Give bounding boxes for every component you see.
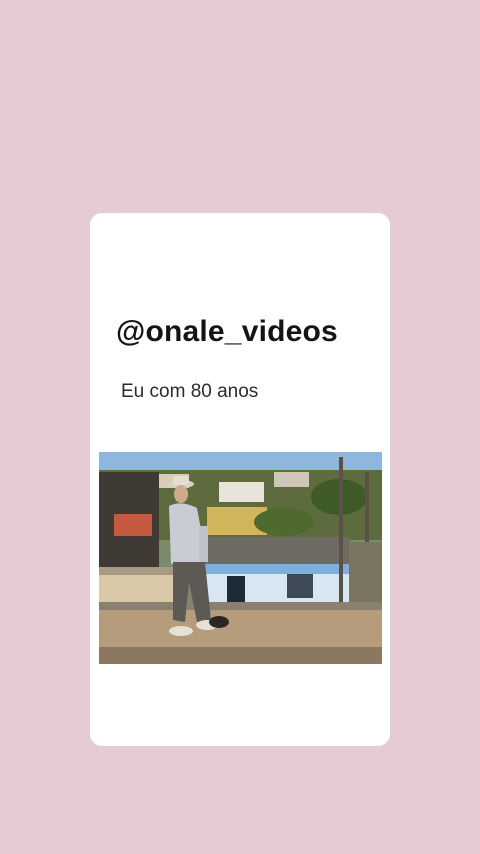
distant-house bbox=[274, 472, 309, 487]
shed-roof bbox=[99, 567, 177, 575]
right-fence bbox=[349, 542, 382, 612]
shadow bbox=[209, 616, 229, 628]
account-handle[interactable]: @onale_videos bbox=[116, 315, 338, 349]
head bbox=[174, 485, 188, 503]
shoe bbox=[169, 626, 193, 636]
video-thumbnail[interactable] bbox=[99, 452, 382, 664]
distant-house bbox=[219, 482, 264, 502]
tree bbox=[254, 508, 314, 536]
post-caption: Eu com 80 anos bbox=[121, 381, 259, 402]
house-roof bbox=[194, 537, 354, 567]
post-card: @onale_videos Eu com 80 anos bbox=[90, 213, 390, 746]
red-roof bbox=[114, 514, 152, 536]
house-door bbox=[227, 576, 245, 603]
house-window bbox=[287, 574, 313, 598]
hat bbox=[173, 476, 189, 485]
video-scene bbox=[99, 452, 382, 664]
road-shadow bbox=[99, 647, 382, 664]
pole bbox=[339, 457, 343, 607]
road-edge bbox=[99, 602, 382, 610]
arm bbox=[199, 526, 208, 562]
house-trim bbox=[204, 564, 349, 574]
